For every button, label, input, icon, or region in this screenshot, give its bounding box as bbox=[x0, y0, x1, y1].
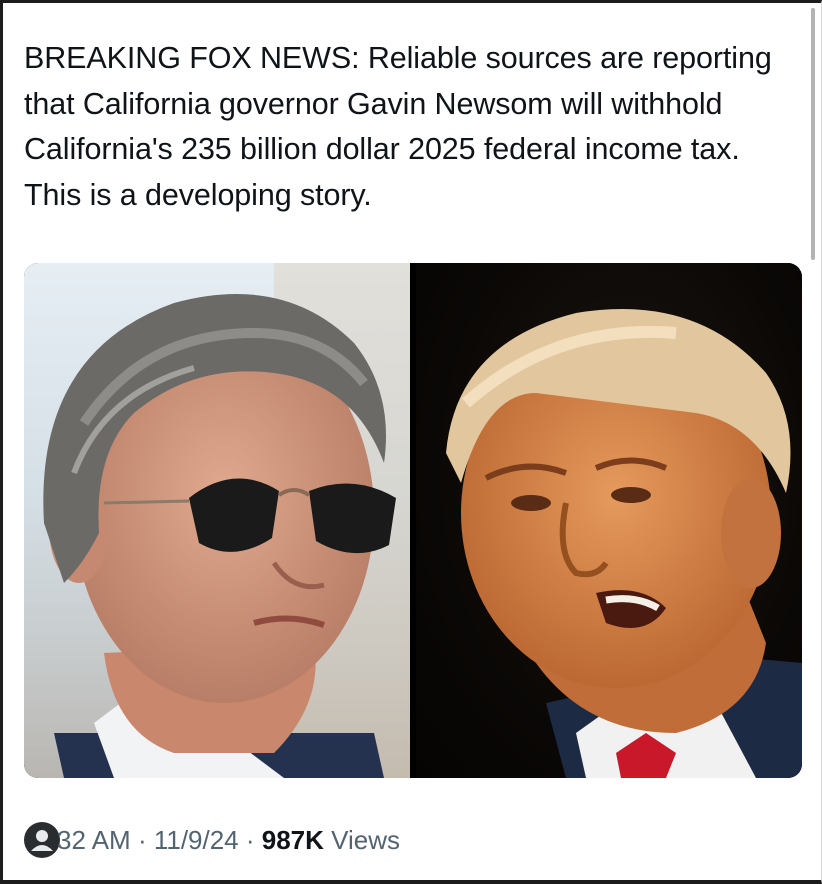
meta-separator: · bbox=[130, 825, 154, 855]
meta-separator: · bbox=[238, 825, 262, 855]
post-metadata: 32 AM · 11/9/24 · 987K Views bbox=[24, 820, 400, 860]
post-media[interactable] bbox=[24, 263, 802, 778]
views-label: Views bbox=[323, 825, 401, 855]
photo-right[interactable] bbox=[416, 263, 802, 778]
photo-left[interactable] bbox=[24, 263, 410, 778]
post-time[interactable]: 32 AM bbox=[57, 825, 131, 855]
scrollbar-thumb[interactable] bbox=[811, 8, 815, 260]
post-date[interactable]: 11/9/24 bbox=[154, 825, 239, 855]
post-text: BREAKING FOX NEWS: Reliable sources are … bbox=[24, 41, 772, 212]
views-count[interactable]: 987K bbox=[262, 825, 324, 855]
